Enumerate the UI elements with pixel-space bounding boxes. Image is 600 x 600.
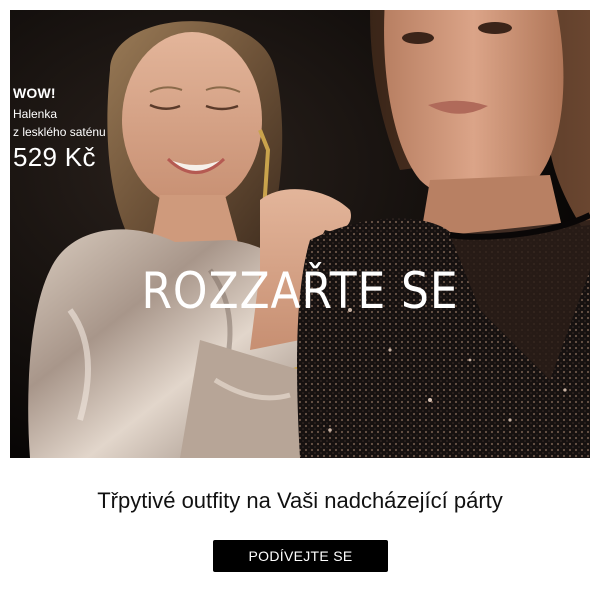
view-collection-button[interactable]: PODÍVEJTE SE	[213, 540, 388, 572]
promo-tag: WOW!	[13, 85, 56, 101]
hero-photo	[10, 10, 590, 458]
promo-callout: WOW! Halenka z lesklého saténu 529 Kč	[13, 85, 106, 172]
hero-headline: ROZZAŘTE SE	[141, 262, 459, 320]
product-name: Halenka	[13, 107, 58, 121]
campaign-subtitle: Třpytivé outfity na Vaši nadcházející pá…	[97, 488, 503, 513]
product-description: z lesklého saténu	[13, 125, 106, 139]
hero-banner[interactable]: WOW! Halenka z lesklého saténu 529 Kč RO…	[10, 10, 590, 458]
product-price: 529 Kč	[13, 142, 96, 172]
